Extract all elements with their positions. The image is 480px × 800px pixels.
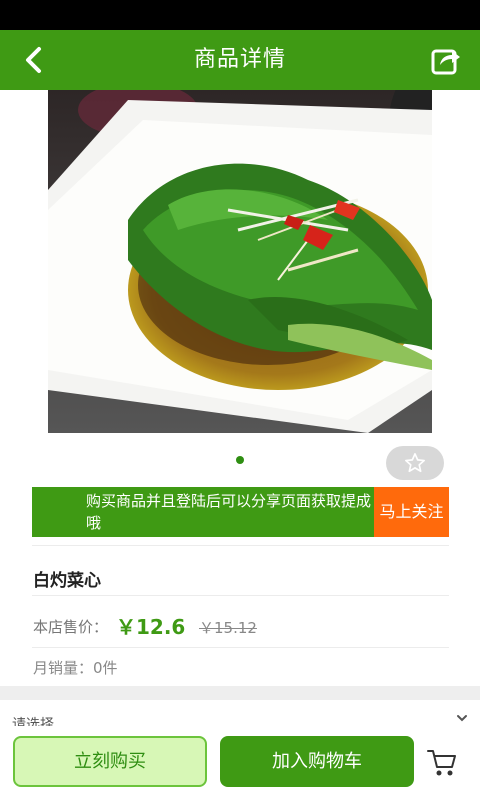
share-icon bbox=[431, 49, 460, 75]
favorite-button[interactable] bbox=[386, 446, 444, 480]
divider bbox=[32, 545, 449, 546]
divider bbox=[32, 595, 449, 596]
share-promo-banner: 购买商品并且登陆后可以分享页面获取提成哦 马上关注 bbox=[32, 487, 449, 537]
bottom-action-bar: 立刻购买 加入购物车 bbox=[0, 726, 480, 800]
share-button[interactable] bbox=[430, 44, 462, 76]
chevron-down-icon bbox=[457, 715, 467, 722]
star-outline-icon bbox=[405, 453, 425, 473]
pager-dot-active[interactable] bbox=[236, 456, 244, 464]
divider bbox=[32, 647, 449, 648]
product-name: 白灼菜心 bbox=[33, 571, 101, 591]
product-gallery[interactable] bbox=[0, 90, 480, 435]
add-to-cart-button[interactable]: 加入购物车 bbox=[220, 736, 414, 787]
monthly-sales: 月销量：0件 bbox=[33, 659, 118, 677]
cart-button[interactable] bbox=[426, 748, 458, 778]
status-bar bbox=[0, 0, 480, 30]
price-label: 本店售价： bbox=[33, 618, 109, 636]
buy-now-button[interactable]: 立刻购买 bbox=[13, 736, 207, 787]
original-price: ￥15.12 bbox=[199, 619, 257, 637]
product-photo bbox=[48, 90, 432, 433]
current-price: ￥12.6 bbox=[116, 615, 186, 639]
top-nav-bar: 商品详情 bbox=[0, 30, 480, 90]
cart-icon bbox=[427, 750, 456, 776]
promo-text: 购买商品并且登陆后可以分享页面获取提成哦 bbox=[86, 492, 372, 532]
option-label: 请选择 bbox=[12, 717, 54, 726]
follow-now-button[interactable]: 马上关注 bbox=[374, 487, 449, 537]
page-title: 商品详情 bbox=[193, 47, 286, 72]
option-selector[interactable]: 请选择 bbox=[0, 700, 480, 726]
section-separator bbox=[0, 686, 480, 700]
